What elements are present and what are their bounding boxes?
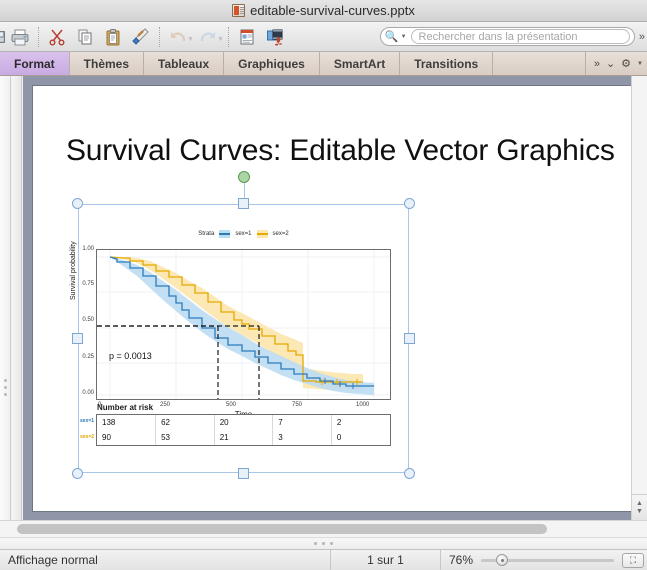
panel-resize-grip[interactable] [4,379,7,396]
tab-themes[interactable]: Thèmes [70,52,145,75]
table-row: 138 62 20 7 2 [97,415,390,430]
y-tick-075: 0.75 [82,281,94,287]
chart-plot-area[interactable]: p = 0.0013 [96,249,391,400]
print-button[interactable] [6,23,34,51]
ribbon-collapse-icon[interactable]: ⌄ [606,57,615,70]
zoom-controls: 76% ⛶ [440,550,647,570]
risk-cell: 21 [214,430,274,445]
pane-resize-grip[interactable] [0,537,647,550]
ribbon-overflow-icon[interactable]: » [594,58,600,70]
legend-title: Strata [198,231,215,237]
search-input[interactable]: Rechercher dans la présentation [410,29,630,44]
search-dropdown-caret[interactable]: ▼ [401,34,407,40]
p-value-annotation: p = 0.0013 [109,351,152,361]
y-tick-000: 0.00 [82,390,94,396]
cut-button[interactable] [43,23,71,51]
ribbon-tab-bar: Format Thèmes Tableaux Graphiques SmartA… [0,52,647,76]
new-slide-button[interactable] [233,23,261,51]
legend-label-sex2: sex=2 [272,231,289,237]
page-indicator: 1 sur 1 [330,550,440,570]
toolbar-overflow-icon[interactable]: » [639,31,645,43]
resize-handle-bottom-center[interactable] [237,468,249,479]
risk-cell: 20 [214,415,274,430]
resize-handle-top-left[interactable] [72,198,83,209]
risk-cell: 3 [272,430,332,445]
zoom-level-label: 76% [449,553,474,567]
format-painter-button[interactable] [127,23,155,51]
risk-cell: 62 [155,415,215,430]
survival-curves-svg [97,250,390,399]
resize-handle-bottom-right[interactable] [404,468,415,479]
tab-format[interactable]: Format [0,52,70,75]
risk-cell: 0 [336,433,342,442]
title-bar: editable-survival-curves.pptx [0,0,647,22]
tab-tables[interactable]: Tableaux [144,52,225,75]
resize-handle-middle-right[interactable] [404,332,415,344]
risk-cell: 53 [155,430,215,445]
risk-table[interactable]: sex=1 sex=2 138 62 20 7 2 90 53 21 3 0 [80,414,391,446]
x-tick-1000: 1000 [356,402,370,408]
risk-cell: 90 [97,430,157,445]
status-bar: Affichage normal 1 sur 1 76% ⛶ [0,550,647,570]
risk-row-label-sex2: sex=2 [80,434,95,440]
y-tick-025: 0.25 [82,354,94,360]
vertical-scroll-arrows[interactable]: ▲ ▼ [632,494,647,520]
presentation-file-icon [232,4,246,17]
vertical-scrollbar[interactable]: ▲ ▼ [631,76,647,520]
legend-swatch-sex2 [256,230,268,238]
x-tick-750: 750 [292,402,303,408]
chevron-down-icon[interactable]: ▼ [636,508,643,516]
risk-cell: 7 [272,415,332,430]
fit-to-window-icon[interactable]: ⛶ [622,552,645,568]
risk-table-title: Number at risk [97,403,154,412]
panel-splitter[interactable] [12,76,22,520]
risk-cell: 138 [97,415,157,430]
slide-canvas-background: Survival Curves: Editable Vector Graphic… [23,76,631,520]
chart-object[interactable]: Strata sex=1 sex=2 Survival probability … [70,171,415,479]
editor-area: Survival Curves: Editable Vector Graphic… [0,76,647,520]
x-tick-500: 500 [226,402,237,408]
powerpoint-window: editable-survival-curves.pptx ▼ ▼ 🔍 ▼ Re… [0,0,647,570]
search-icon: 🔍 [384,31,399,43]
slide-surface[interactable]: Survival Curves: Editable Vector Graphic… [33,86,631,511]
slide-navigator-panel[interactable] [0,76,11,520]
risk-cell: 2 [336,418,342,427]
gear-dropdown-caret[interactable]: ▼ [637,61,643,67]
x-tick-250: 250 [160,402,171,408]
toolbar-separator-3 [227,26,229,47]
risk-row-label-sex1: sex=1 [80,418,95,424]
legend-swatch-sex1 [219,230,231,238]
gear-icon[interactable]: ⚙ [621,57,631,70]
view-mode-label[interactable]: Affichage normal [0,550,330,570]
horizontal-scrollbar[interactable] [0,520,647,537]
horizontal-scroll-thumb[interactable] [17,524,547,534]
chart-legend: Strata sex=1 sex=2 [78,230,409,238]
zoom-slider-knob[interactable] [496,554,509,566]
y-tick-050: 0.50 [82,317,94,323]
tab-smartart[interactable]: SmartArt [320,52,401,75]
resize-handle-bottom-left[interactable] [72,468,83,479]
toolbar-separator-1 [38,26,39,47]
copy-button[interactable] [71,23,99,51]
tab-charts[interactable]: Graphiques [224,52,320,75]
search-box[interactable]: 🔍 ▼ Rechercher dans la présentation [379,27,635,46]
redo-dropdown-caret[interactable]: ▼ [217,36,224,43]
media-button[interactable] [261,23,289,51]
window-title: editable-survival-curves.pptx [250,3,415,18]
undo-dropdown-caret[interactable]: ▼ [187,36,194,43]
toolbar-separator-2 [159,26,160,47]
resize-handle-top-right[interactable] [404,198,415,209]
slide-title-text[interactable]: Survival Curves: Editable Vector Graphic… [66,134,626,168]
table-row: 90 53 21 3 0 [97,430,390,445]
paste-button[interactable] [99,23,127,51]
resize-handle-middle-left[interactable] [72,332,83,344]
resize-handle-top-center[interactable] [237,198,249,209]
main-toolbar: ▼ ▼ 🔍 ▼ Rechercher dans la présentation … [0,22,647,52]
zoom-slider[interactable] [481,554,615,566]
rotation-handle[interactable] [237,171,250,183]
y-tick-1: 1.00 [82,246,94,252]
tab-transitions[interactable]: Transitions [400,52,494,75]
chevron-up-icon[interactable]: ▲ [636,500,643,508]
legend-label-sex1: sex=1 [235,231,252,237]
